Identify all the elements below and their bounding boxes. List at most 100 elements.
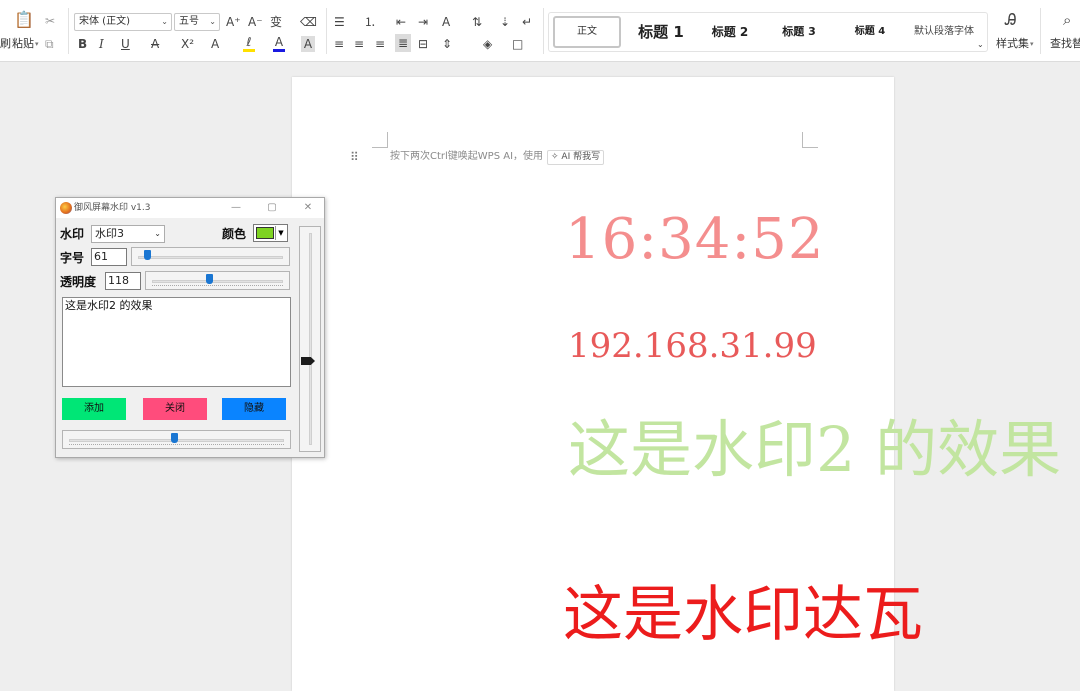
numbering-button[interactable]: ⒈	[364, 14, 376, 30]
slider-track	[152, 280, 283, 283]
ribbon-toolbar: 📋 ✂ 刷 粘贴▾ ⧉ 宋体 (正文) ⌄ 五号 ⌄ A⁺ A⁻ 变 ⌫ B I U…	[0, 0, 1080, 62]
bottom-slider[interactable]	[62, 430, 291, 449]
opacity-label: 透明度	[60, 275, 97, 289]
style-set-label: 样式集	[996, 37, 1029, 50]
group-divider	[326, 8, 327, 54]
maximize-button[interactable]: ▢	[264, 200, 280, 216]
watermark-ip: 192.168.31.99	[568, 326, 817, 366]
paste-icon[interactable]: 📋	[14, 12, 34, 28]
slider-thumb[interactable]	[144, 250, 151, 260]
watermark-label: 水印	[60, 227, 85, 241]
shading-button[interactable]: ◈	[483, 36, 492, 52]
style-default-paragraph-font[interactable]: 默认段落字体	[907, 13, 981, 51]
paste-label: 粘贴	[12, 37, 34, 50]
hide-button[interactable]: 隐藏	[222, 398, 286, 420]
style-heading-4[interactable]: 标题 4	[837, 13, 903, 51]
watermark-app-window: 御风屏幕水印 v1.3 — ▢ ✕ 水印 水印3 ⌄ 颜色 ▼ 字号 61 透明度…	[55, 197, 325, 458]
window-titlebar[interactable]: 御风屏幕水印 v1.3 — ▢ ✕	[56, 198, 324, 218]
styles-gallery: 正文 标题 1 标题 2 标题 3 标题 4 默认段落字体 ⌄	[548, 12, 988, 52]
sort-az-button[interactable]: ⇣	[500, 14, 510, 30]
search-icon: ⌕	[1063, 11, 1072, 29]
chevron-down-icon: ▾	[1030, 40, 1034, 48]
bullets-button[interactable]: ☰	[334, 14, 345, 30]
italic-button[interactable]: I	[99, 36, 104, 52]
copy-icon[interactable]: ⧉	[45, 36, 54, 52]
slider-track	[138, 256, 283, 259]
strikethrough-button[interactable]: A	[151, 36, 159, 52]
margin-corner-right	[802, 132, 818, 148]
font-size-input[interactable]: 61	[91, 248, 127, 266]
find-replace-button[interactable]: 查找替换	[1050, 36, 1080, 52]
color-label: 颜色	[222, 227, 247, 241]
watermark-text-input[interactable]: 这是水印2 的效果	[62, 297, 291, 387]
group-divider	[1040, 8, 1041, 54]
align-center-button[interactable]: ≡	[354, 36, 364, 52]
wps-ai-hint: 按下两次Ctrl键唤起WPS AI，使用 ✧ AI 帮我写	[390, 149, 605, 165]
justify-button[interactable]: ≣	[395, 34, 411, 52]
chinese-layout-button[interactable]: A	[442, 14, 450, 30]
sort-button[interactable]: ⇅	[472, 14, 482, 30]
phonetic-button[interactable]: 变	[270, 14, 282, 30]
add-button[interactable]: 添加	[62, 398, 126, 420]
close-window-button[interactable]: ✕	[300, 200, 316, 216]
font-size-combo[interactable]: 五号 ⌄	[174, 13, 220, 31]
paste-button[interactable]: 粘贴▾	[12, 36, 39, 52]
font-size-label: 字号	[60, 251, 85, 265]
close-button[interactable]: 关闭	[143, 398, 207, 420]
watermark-select[interactable]: 水印3 ⌄	[91, 225, 165, 243]
show-marks-button[interactable]: ↵	[522, 14, 532, 30]
superscript-button[interactable]: X²	[181, 36, 194, 52]
watermark-select-value: 水印3	[95, 227, 124, 240]
slider-ticks	[152, 285, 283, 287]
char-shading-button[interactable]: A	[301, 36, 315, 52]
group-divider	[543, 8, 544, 54]
indent-button[interactable]: ⇥	[418, 14, 428, 30]
align-left-button[interactable]: ≡	[334, 36, 344, 52]
slider-thumb[interactable]	[206, 274, 213, 284]
style-heading-1[interactable]: 标题 1	[627, 13, 695, 51]
chevron-down-icon: ⌄	[161, 17, 168, 26]
format-painter-button[interactable]: 刷	[0, 36, 11, 52]
cut-icon[interactable]: ✂	[45, 13, 55, 29]
watermark-red-text: 这是水印达瓦	[563, 580, 923, 650]
font-name-value: 宋体 (正文)	[79, 16, 130, 27]
minimize-button[interactable]: —	[228, 200, 244, 216]
chevron-down-icon: ⌄	[209, 17, 216, 26]
paragraph-drag-handle-icon[interactable]: ⠿	[350, 149, 359, 165]
color-picker[interactable]: ▼	[253, 224, 288, 242]
slider-ticks	[69, 444, 284, 446]
text-effect-button[interactable]: A	[211, 36, 219, 52]
chevron-down-icon: ⌄	[154, 229, 161, 238]
highlight-button[interactable]: ℓ	[241, 34, 257, 54]
shrink-font-button[interactable]: A⁻	[248, 14, 263, 30]
slider-track	[309, 233, 312, 445]
highlight-icon: ℓ	[246, 35, 252, 49]
app-logo-icon	[60, 202, 72, 214]
distributed-button[interactable]: ⊟	[418, 36, 428, 52]
font-name-combo[interactable]: 宋体 (正文) ⌄	[74, 13, 172, 31]
clear-format-button[interactable]: ⌫	[300, 14, 317, 30]
bold-button[interactable]: B	[78, 36, 87, 52]
style-set-button[interactable]: 样式集▾	[996, 36, 1034, 52]
watermark-time: 16:34:52	[565, 207, 825, 272]
font-color-button[interactable]: A	[271, 34, 287, 54]
slider-thumb[interactable]	[301, 357, 315, 365]
opacity-slider[interactable]	[145, 271, 290, 290]
underline-button[interactable]: U	[121, 36, 130, 52]
gallery-more-icon[interactable]: ⌄	[977, 37, 984, 53]
style-heading-3[interactable]: 标题 3	[765, 13, 833, 51]
borders-button[interactable]: □	[512, 36, 523, 52]
ai-write-button[interactable]: ✧ AI 帮我写	[547, 150, 605, 165]
outdent-button[interactable]: ⇤	[396, 14, 406, 30]
color-swatch	[256, 227, 274, 239]
align-right-button[interactable]: ≡	[375, 36, 385, 52]
vertical-slider[interactable]	[299, 226, 321, 452]
style-normal[interactable]: 正文	[553, 16, 621, 48]
ai-hint-text: 按下两次Ctrl键唤起WPS AI，使用	[390, 151, 544, 162]
opacity-input[interactable]: 118	[105, 272, 141, 290]
style-heading-2[interactable]: 标题 2	[697, 13, 763, 51]
line-spacing-button[interactable]: ⇕	[442, 36, 452, 52]
slider-thumb[interactable]	[171, 433, 178, 443]
font-size-slider[interactable]	[131, 247, 290, 266]
grow-font-button[interactable]: A⁺	[226, 14, 241, 30]
